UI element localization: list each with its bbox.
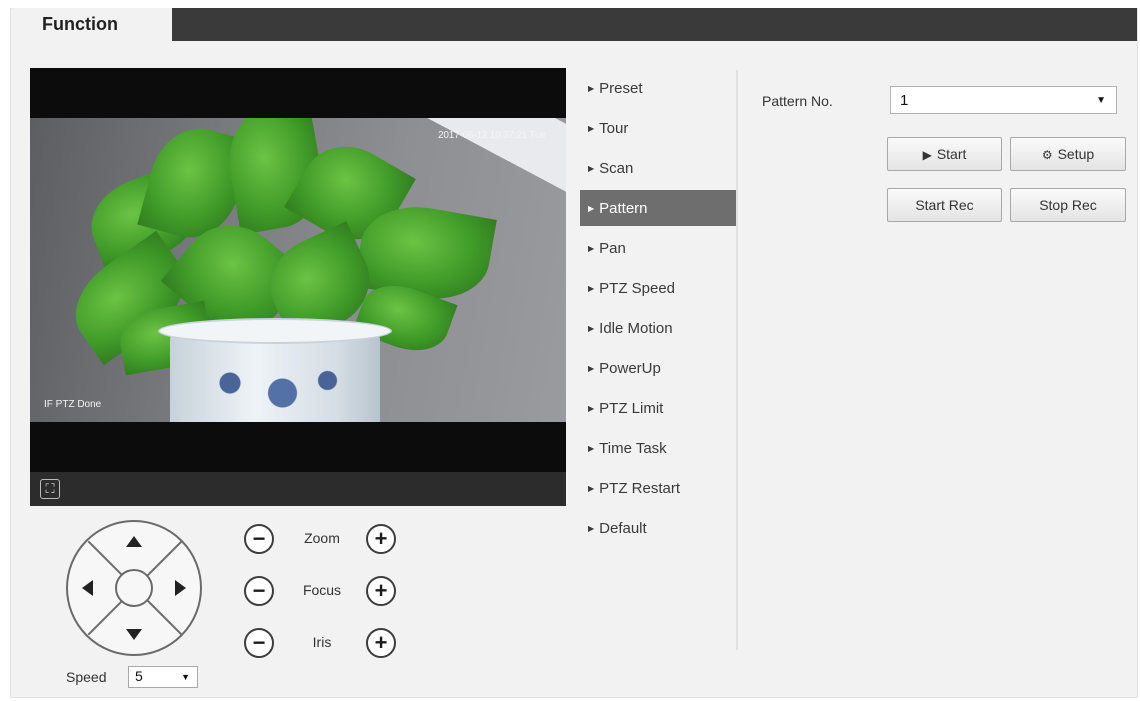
focus-control: − Focus + [244,576,414,606]
setup-button[interactable]: ⚙ Setup [1010,137,1126,171]
triangle-right-icon: ▶ [588,204,595,213]
play-icon: ▶ [922,148,932,162]
ptz-direction-pad [66,520,202,656]
triangle-right-icon: ▶ [588,164,595,173]
menu-item-pattern[interactable]: ▶ Pattern [580,190,736,226]
iris-control: − Iris + [244,628,414,658]
start-rec-button[interactable]: Start Rec [887,188,1002,222]
triangle-right-icon: ▶ [588,244,595,253]
menu-item-ptz-speed[interactable]: ▶ PTZ Speed [580,270,736,306]
arrow-down-icon[interactable] [126,629,142,640]
menu-item-preset[interactable]: ▶ Preset [580,70,736,106]
menu-item-label: PTZ Speed [599,280,676,297]
header-bar [172,8,1137,41]
stop-rec-button[interactable]: Stop Rec [1010,188,1126,222]
menu-item-scan[interactable]: ▶ Scan [580,150,736,186]
video-toolbar: ⛶ [30,472,566,506]
focus-plus-button[interactable]: + [366,576,396,606]
pattern-no-value: 1 [900,92,909,109]
menu-item-tour[interactable]: ▶ Tour [580,110,736,146]
menu-item-time-task[interactable]: ▶ Time Task [580,430,736,466]
video-preview: 2017-06-12 10:37:21 Tue IF PTZ Done [30,68,566,472]
menu-item-label: PTZ Limit [599,400,664,417]
osd-ptz-status: IF PTZ Done [44,399,102,410]
iris-label: Iris [312,634,332,650]
pattern-no-label: Pattern No. [762,93,833,109]
iris-plus-button[interactable]: + [366,628,396,658]
triangle-right-icon: ▶ [588,484,595,493]
chevron-down-icon: ▼ [1096,95,1106,106]
triangle-right-icon: ▶ [588,364,595,373]
triangle-right-icon: ▶ [588,444,595,453]
zoom-in-button[interactable]: + [366,524,396,554]
gear-icon: ⚙ [1041,148,1053,162]
menu-item-label: PTZ Restart [599,480,681,497]
menu-item-label: Tour [599,120,629,137]
chevron-down-icon: ▼ [181,672,190,682]
setup-button-label: Setup [1057,146,1095,162]
triangle-right-icon: ▶ [588,84,595,93]
ptz-center-button[interactable] [115,569,153,607]
triangle-right-icon: ▶ [588,324,595,333]
menu-item-idle-motion[interactable]: ▶ Idle Motion [580,310,736,346]
zoom-label: Zoom [304,530,340,546]
arrow-left-icon[interactable] [82,580,93,596]
triangle-right-icon: ▶ [588,284,595,293]
triangle-right-icon: ▶ [588,404,595,413]
pattern-no-select[interactable]: 1 ▼ [890,86,1117,114]
menu-item-label: Scan [599,160,634,177]
speed-label: Speed [66,669,107,685]
menu-item-default[interactable]: ▶ Default [580,510,736,546]
triangle-right-icon: ▶ [588,524,595,533]
start-button-label: Start [936,146,967,162]
menu-item-label: PowerUp [599,360,661,377]
osd-timestamp: 2017-06-12 10:37:21 Tue [438,130,546,141]
triangle-right-icon: ▶ [588,124,595,133]
menu-item-label: Time Task [599,440,667,457]
menu-item-label: Pan [599,240,626,257]
menu-item-label: Default [599,520,647,537]
menu-item-ptz-restart[interactable]: ▶ PTZ Restart [580,470,736,506]
menu-item-pan[interactable]: ▶ Pan [580,230,736,266]
fullscreen-icon[interactable]: ⛶ [40,479,60,499]
arrow-right-icon[interactable] [175,580,186,596]
menu-item-ptz-limit[interactable]: ▶ PTZ Limit [580,390,736,426]
menu-item-label: Idle Motion [599,320,673,337]
zoom-control: − Zoom + [244,524,414,554]
iris-minus-button[interactable]: − [244,628,274,658]
speed-select[interactable]: 5 ▼ [128,666,198,688]
menu-item-label: Pattern [599,200,648,217]
menu-item-label: Preset [599,80,643,97]
zoom-out-button[interactable]: − [244,524,274,554]
start-button[interactable]: ▶ Start [887,137,1002,171]
tab-function[interactable]: Function [12,8,172,46]
menu-item-powerup[interactable]: ▶ PowerUp [580,350,736,386]
camera-image [30,118,566,422]
focus-minus-button[interactable]: − [244,576,274,606]
arrow-up-icon[interactable] [126,536,142,547]
menu-divider [736,70,738,650]
focus-label: Focus [302,582,342,598]
speed-value: 5 [135,668,143,684]
